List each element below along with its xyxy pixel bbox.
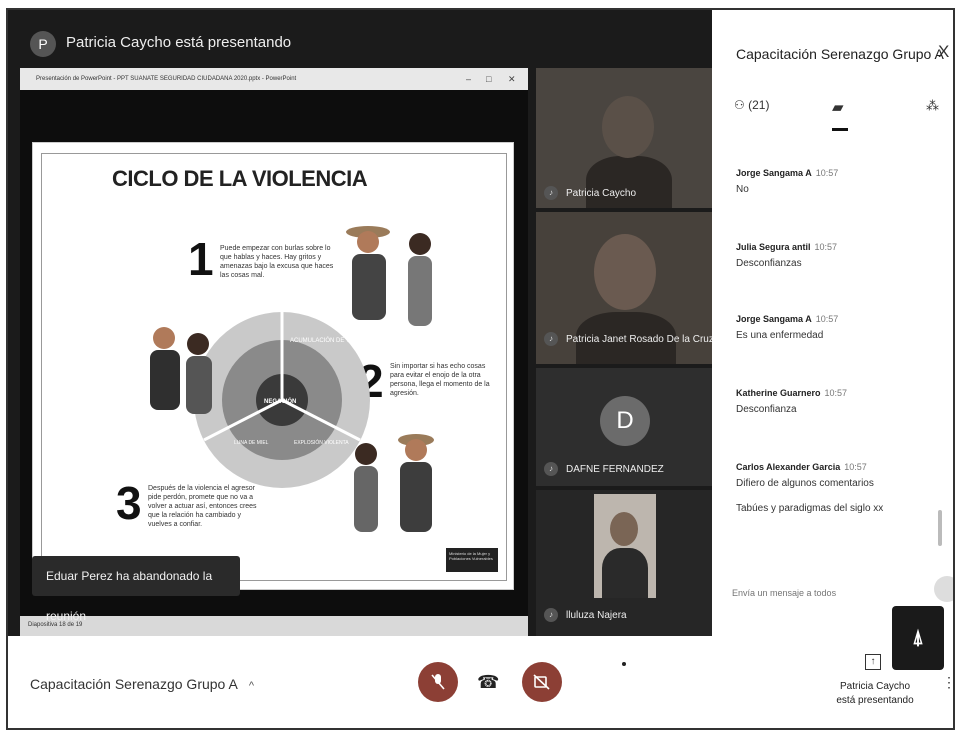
slide-border: CICLO DE LA VIOLENCIA 1 Puede empezar co… (41, 153, 507, 581)
chevron-up-icon: ^ (248, 680, 255, 692)
message-sender: Carlos Alexander Garcia (736, 462, 841, 472)
window-close-icon[interactable]: ✕ (508, 68, 516, 90)
participant-tile-2[interactable]: ♪ Patricia Janet Rosado De la Cruz (536, 212, 718, 364)
chat-panel: Capacitación Serenazgo Grupo A X ⚇ (21) … (712, 10, 953, 640)
step-number-3: 3 (116, 477, 142, 529)
participant-face (610, 512, 638, 546)
participant-shirt (602, 548, 648, 598)
step-number-1: 1 (188, 233, 214, 285)
activities-icon: ⁂ (926, 98, 939, 113)
message-time: 10:57 (814, 242, 838, 252)
leave-notification: Eduar Perez ha abandonado la reunión (32, 556, 240, 623)
camera-off-icon (533, 674, 550, 690)
message-time: 10:57 (844, 462, 867, 472)
message-text: Es una enfermedad (736, 330, 824, 341)
present-status-text: está presentando (836, 695, 914, 706)
present-status[interactable]: Patricia Caycho está presentando (826, 680, 924, 708)
participant-name: DAFNE FERNANDEZ (566, 464, 664, 475)
participant-name: lluluza Najera (566, 610, 627, 621)
presenter-bar: P Patricia Caycho está presentando (8, 10, 708, 74)
active-tab-indicator (832, 128, 848, 131)
chat-message-input[interactable] (732, 588, 882, 598)
more-options-icon[interactable]: ⋮ (942, 674, 953, 691)
chat-scrollbar[interactable] (938, 510, 942, 546)
chat-tabs: ⚇ (21) ▰ ⁂ (712, 98, 953, 138)
participant-avatar: D (600, 396, 650, 446)
participant-name: Patricia Janet Rosado De la Cruz (566, 334, 714, 345)
participant-tile-3[interactable]: D ♪ DAFNE FERNANDEZ (536, 368, 718, 486)
mic-muted-icon: ♪ (544, 332, 558, 346)
camera-toggle-button[interactable] (522, 662, 562, 702)
send-icon[interactable] (934, 576, 953, 602)
ppt-statusbar: Diapositiva 18 de 19 (20, 616, 528, 636)
meeting-name: Capacitación Serenazgo Grupo A (30, 676, 238, 692)
chat-message: Katherine Guarnero 10:57 Desconfianza (736, 388, 946, 415)
message-sender: Katherine Guarnero (736, 388, 821, 398)
cycle-label-luna: LUNA DE MIEL (234, 440, 269, 446)
bottom-control-bar: Capacitación Serenazgo Grupo A ^ ☎ ↑ Pat… (8, 636, 953, 728)
chat-message: Carlos Alexander Garcia 10:57 Difiero de … (736, 462, 946, 514)
message-sender: Jorge Sangama A (736, 314, 812, 324)
watermark-logo: ⍋ (892, 606, 944, 670)
chat-message: Julia Segura antil 10:57 Desconfianzas (736, 242, 946, 269)
participant-tile-1[interactable]: ♪ Patricia Caycho (536, 68, 718, 208)
tab-chat[interactable]: ▰ (832, 98, 844, 116)
couple-illustration-top (346, 226, 432, 326)
maximize-icon[interactable]: □ (486, 68, 491, 90)
shared-screen: Presentación de PowerPoint - PPT SUANATE… (20, 68, 528, 636)
presenter-avatar: P (30, 31, 56, 57)
participant-face (602, 96, 654, 158)
mic-muted-icon: ♪ (544, 462, 558, 476)
present-status-name: Patricia Caycho (839, 681, 911, 692)
mic-off-icon (431, 674, 445, 690)
cursor-dot (622, 662, 626, 666)
participant-tile-4[interactable]: ♪ lluluza Najera (536, 490, 718, 636)
message-sender: Jorge Sangama A (736, 168, 812, 178)
participant-name: Patricia Caycho (566, 188, 637, 199)
step-text-2: Sin importar si has echo cosas para evit… (390, 363, 490, 397)
cycle-label-negacion: NEGACIÓN (264, 397, 296, 405)
chat-message: Jorge Sangama A 10:57 Es una enfermedad (736, 314, 946, 341)
message-text: Desconfianzas (736, 258, 802, 269)
cycle-label-explosion: EXPLOSIÓN VIOLENTA (294, 439, 349, 446)
minimize-icon[interactable]: – (466, 68, 471, 90)
tab-activities[interactable]: ⁂ (926, 98, 939, 114)
presenter-title: Patricia Caycho está presentando (66, 34, 292, 51)
meet-window: P Patricia Caycho está presentando Prese… (6, 8, 955, 730)
ministry-logo: Ministerio de la Mujer y Poblaciones Vul… (446, 548, 498, 572)
message-text: Tabúes y paradigmas del siglo xx (736, 503, 884, 514)
message-sender: Julia Segura antil (736, 242, 811, 252)
couple-illustration-bottom (354, 434, 434, 532)
mic-toggle-button[interactable] (418, 662, 458, 702)
ppt-titlebar: Presentación de PowerPoint - PPT SUANATE… (20, 68, 528, 90)
participant-video (586, 156, 672, 208)
message-time: 10:57 (815, 314, 839, 324)
couple-illustration-left (150, 327, 212, 414)
people-icon: ⚇ (734, 98, 745, 112)
hang-up-button[interactable]: ☎ (477, 672, 499, 693)
chat-title: Capacitación Serenazgo Grupo A (736, 46, 944, 62)
mic-muted-icon: ♪ (544, 608, 558, 622)
present-now-icon[interactable]: ↑ (865, 654, 881, 670)
people-count: (21) (748, 98, 770, 112)
slide-title: CICLO DE LA VIOLENCIA (112, 166, 368, 191)
message-text: No (736, 184, 749, 195)
chat-icon: ▰ (832, 99, 844, 116)
ppt-title: Presentación de PowerPoint - PPT SUANATE… (36, 76, 297, 82)
ppt-ribbon-area (20, 90, 528, 142)
chat-message: Jorge Sangama A 10:57 No (736, 168, 946, 195)
mic-icon: ♪ (544, 186, 558, 200)
close-icon[interactable]: X (938, 42, 949, 62)
tab-people[interactable]: ⚇ (21) (734, 98, 769, 112)
message-time: 10:57 (824, 388, 848, 398)
message-text: Desconfianza (736, 404, 797, 415)
participant-video (594, 494, 656, 598)
message-time: 10:57 (815, 168, 839, 178)
slide: CICLO DE LA VIOLENCIA 1 Puede empezar co… (32, 142, 514, 590)
phone-hangup-icon: ☎ (477, 672, 500, 692)
participant-face (594, 234, 656, 310)
message-text: Difiero de algunos comentarios (736, 478, 874, 489)
meeting-details-toggle[interactable]: Capacitación Serenazgo Grupo A ^ (30, 676, 254, 692)
step-text-1: Puede empezar con burlas sobre lo que ha… (220, 245, 334, 279)
